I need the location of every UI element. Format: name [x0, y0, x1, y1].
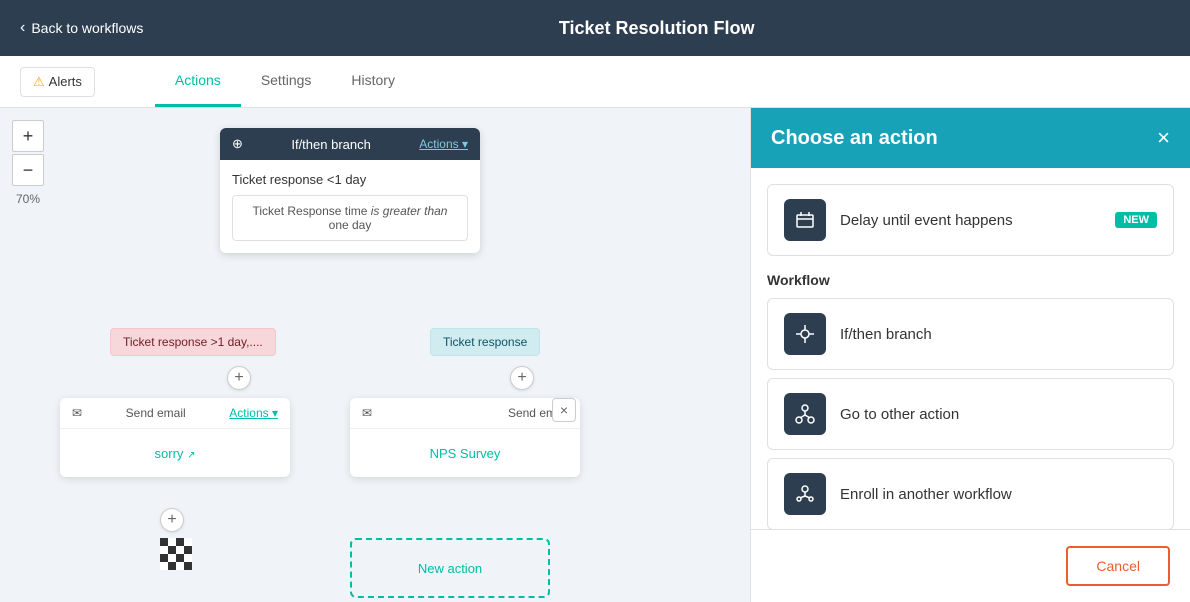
- panel-close-button[interactable]: ×: [1157, 127, 1170, 149]
- tab-history[interactable]: History: [331, 56, 415, 107]
- new-badge: NEW: [1115, 212, 1157, 228]
- node-body-right: NPS Survey: [350, 429, 580, 477]
- if-then-icon: ⊕: [232, 136, 243, 152]
- zoom-controls: + − 70%: [12, 120, 44, 206]
- tab-bar: ⚠ Alerts Actions Settings History: [0, 56, 1190, 108]
- content-area: + − 70% ⊕ If/then branch Actions ▾ Ticke…: [0, 108, 1190, 602]
- tab-settings[interactable]: Settings: [241, 56, 332, 107]
- panel-header: Choose an action ×: [751, 108, 1190, 168]
- workflow-section-title: Workflow: [767, 272, 1174, 288]
- condition-box: Ticket Response time is greater than one…: [232, 195, 468, 241]
- back-to-workflows-link[interactable]: ‹ Back to workflows: [20, 19, 143, 37]
- external-link-icon: ↗: [187, 450, 195, 461]
- alerts-label: Alerts: [49, 74, 82, 89]
- if-then-icon-box: [784, 313, 826, 355]
- node-header-left: ✉ Send email Actions ▾: [60, 398, 290, 429]
- panel-title: Choose an action: [771, 127, 938, 150]
- nps-survey-link[interactable]: NPS Survey: [430, 446, 501, 461]
- top-bar: ‹ Back to workflows Ticket Resolution Fl…: [0, 0, 1190, 56]
- send-email-node-right: ✉ Send email NPS Survey: [350, 398, 580, 477]
- add-action-button-left[interactable]: +: [227, 366, 251, 390]
- branch-label: Ticket response <1 day: [232, 172, 468, 187]
- close-node-button[interactable]: ×: [552, 398, 576, 422]
- goto-action-item[interactable]: Go to other action: [767, 378, 1174, 450]
- enroll-workflow-item[interactable]: Enroll in another workflow: [767, 458, 1174, 529]
- condition-text: Ticket Response time is greater than one…: [253, 204, 448, 232]
- enroll-icon-box: [784, 473, 826, 515]
- if-then-header: ⊕ If/then branch Actions ▾: [220, 128, 480, 160]
- if-then-branch-item[interactable]: If/then branch: [767, 298, 1174, 370]
- branch-teal-label: Ticket response: [430, 328, 540, 356]
- zoom-level-label: 70%: [12, 192, 44, 206]
- add-action-button-bottom-left[interactable]: +: [160, 508, 184, 532]
- new-action-box[interactable]: New action: [350, 538, 550, 598]
- if-then-branch-label: If/then branch: [840, 326, 1157, 343]
- alert-icon: ⚠: [33, 74, 45, 90]
- email-icon-right: ✉: [362, 406, 372, 420]
- workflow-canvas: + − 70% ⊕ If/then branch Actions ▾ Ticke…: [0, 108, 750, 602]
- delay-icon-box: [784, 199, 826, 241]
- tabs-container: Actions Settings History: [155, 56, 415, 107]
- enroll-workflow-label: Enroll in another workflow: [840, 486, 1157, 503]
- app-container: ‹ Back to workflows Ticket Resolution Fl…: [0, 0, 1190, 602]
- panel-body: Delay until event happens NEW Workflow: [751, 168, 1190, 529]
- add-action-button-right[interactable]: +: [510, 366, 534, 390]
- if-then-node: ⊕ If/then branch Actions ▾ Ticket respon…: [220, 128, 480, 253]
- right-panel: Choose an action × Delay until event hap: [750, 108, 1190, 602]
- if-then-label: If/then branch: [291, 137, 371, 152]
- if-then-body: Ticket response <1 day Ticket Response t…: [220, 160, 480, 253]
- node-header-right: ✉ Send email: [350, 398, 580, 429]
- delay-item[interactable]: Delay until event happens NEW: [767, 184, 1174, 256]
- zoom-out-button[interactable]: −: [12, 154, 44, 186]
- sorry-link[interactable]: sorry ↗: [155, 446, 196, 461]
- goto-icon-box: [784, 393, 826, 435]
- send-email-actions-link[interactable]: Actions ▾: [229, 406, 278, 420]
- finish-icon: [160, 538, 192, 570]
- new-action-label: New action: [418, 561, 482, 576]
- back-arrow-icon: ‹: [20, 19, 25, 37]
- email-icon-left: ✉: [72, 406, 82, 420]
- cancel-button[interactable]: Cancel: [1066, 546, 1170, 586]
- send-email-node-left: ✉ Send email Actions ▾ sorry ↗: [60, 398, 290, 477]
- panel-footer: Cancel: [751, 529, 1190, 602]
- node-body-left: sorry ↗: [60, 429, 290, 477]
- if-then-actions-link[interactable]: Actions ▾: [419, 137, 468, 151]
- goto-action-label: Go to other action: [840, 406, 1157, 423]
- branch-red-label: Ticket response >1 day,....: [110, 328, 276, 356]
- delay-label: Delay until event happens: [840, 212, 1101, 229]
- tab-actions[interactable]: Actions: [155, 56, 241, 107]
- page-title: Ticket Resolution Flow: [559, 18, 755, 39]
- zoom-in-button[interactable]: +: [12, 120, 44, 152]
- send-email-label-left: Send email: [126, 406, 186, 420]
- alerts-button[interactable]: ⚠ Alerts: [20, 67, 95, 97]
- back-label: Back to workflows: [31, 20, 143, 36]
